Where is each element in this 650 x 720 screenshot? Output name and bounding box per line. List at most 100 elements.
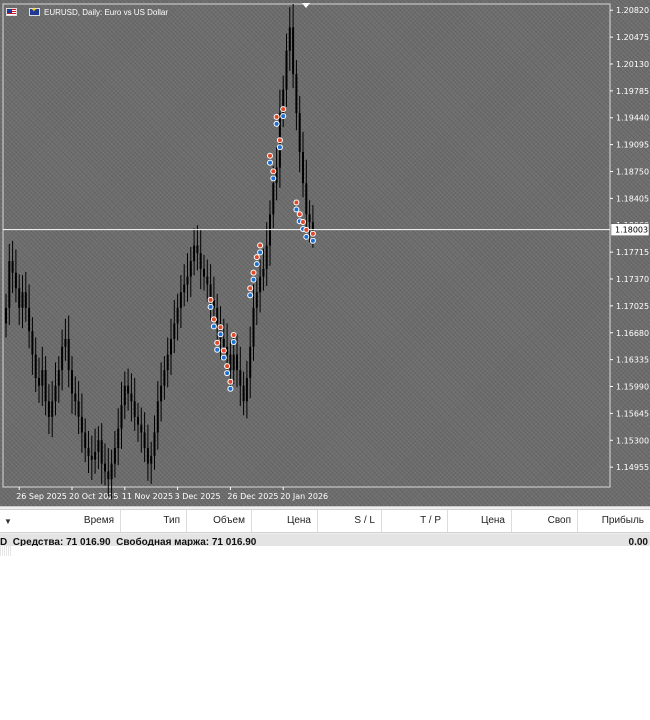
candle-body xyxy=(229,354,232,371)
col-type[interactable]: Тип xyxy=(121,510,187,532)
candle-body xyxy=(61,346,64,371)
buy-trade-marker[interactable] xyxy=(218,332,223,337)
candle-body xyxy=(239,370,242,386)
candle-body xyxy=(44,370,47,402)
sell-trade-marker[interactable] xyxy=(231,332,236,337)
time-axis-label: 11 Nov 2025 xyxy=(122,492,173,501)
candle-body xyxy=(84,432,87,449)
chart-window[interactable]: 1.20820 1.20475 1.20130 1.19785 1.19440 1.190… xyxy=(0,0,650,506)
sell-trade-marker[interactable] xyxy=(218,325,223,330)
candle-body xyxy=(183,284,186,293)
sell-trade-marker[interactable] xyxy=(271,169,276,174)
sell-trade-marker[interactable] xyxy=(294,200,299,205)
col-current-price[interactable]: Цена xyxy=(448,510,512,532)
candle-body xyxy=(166,354,169,371)
sell-trade-marker[interactable] xyxy=(268,153,272,158)
sell-trade-marker[interactable] xyxy=(304,227,309,232)
us-flag-icon xyxy=(6,8,17,16)
candle-body xyxy=(199,253,202,269)
sell-trade-marker[interactable] xyxy=(251,270,256,275)
sell-trade-marker[interactable] xyxy=(254,255,259,260)
buy-trade-marker[interactable] xyxy=(268,160,272,165)
sort-arrow-icon[interactable]: ▼ xyxy=(4,517,12,526)
buy-trade-marker[interactable] xyxy=(304,234,309,239)
col-price[interactable]: Цена xyxy=(252,510,318,532)
time-axis-label: 20 Jan 2026 xyxy=(280,492,328,501)
col-time[interactable]: Время xyxy=(24,510,121,532)
candle-body xyxy=(80,416,83,433)
buy-trade-marker[interactable] xyxy=(228,386,233,391)
col-volume[interactable]: Объем xyxy=(187,510,252,532)
price-axis-label: 1.17370 xyxy=(616,275,649,284)
sell-trade-marker[interactable] xyxy=(215,340,220,345)
candle-body xyxy=(146,448,149,464)
buy-trade-marker[interactable] xyxy=(254,262,259,267)
buy-trade-marker[interactable] xyxy=(225,371,230,376)
buy-trade-marker[interactable] xyxy=(310,238,315,243)
price-chart[interactable]: 1.20820 1.20475 1.20130 1.19785 1.19440 1.190… xyxy=(0,0,650,506)
col-swap[interactable]: Своп xyxy=(512,510,578,532)
sell-trade-marker[interactable] xyxy=(211,317,216,322)
col-sl[interactable]: S / L xyxy=(318,510,382,532)
buy-trade-marker[interactable] xyxy=(251,277,256,282)
terminal-empty-area xyxy=(0,546,650,720)
price-axis-label: 1.17025 xyxy=(616,302,649,311)
candle-body xyxy=(64,338,67,347)
sell-trade-marker[interactable] xyxy=(228,379,233,384)
price-axis-label: 1.19785 xyxy=(616,87,649,96)
candle-body xyxy=(193,245,196,262)
candle-body xyxy=(57,370,60,386)
price-axis-label: 1.15645 xyxy=(616,409,649,418)
buy-trade-marker[interactable] xyxy=(208,304,213,309)
candle-body xyxy=(232,354,235,371)
candle-body xyxy=(222,338,225,347)
price-axis-label: 1.16335 xyxy=(616,356,649,365)
candle-body xyxy=(156,401,159,433)
candle-body xyxy=(110,463,113,480)
candle-body xyxy=(71,370,73,394)
buy-trade-marker[interactable] xyxy=(274,121,279,126)
sell-trade-marker[interactable] xyxy=(281,107,286,112)
candle-body xyxy=(34,354,37,378)
buy-trade-marker[interactable] xyxy=(215,347,220,352)
sell-trade-marker[interactable] xyxy=(208,297,213,302)
buy-trade-marker[interactable] xyxy=(281,114,286,119)
candle-body xyxy=(216,307,219,324)
candle-body xyxy=(87,448,90,456)
buy-trade-marker[interactable] xyxy=(221,355,226,360)
time-axis-label: 26 Sep 2025 xyxy=(16,492,67,501)
sell-trade-marker[interactable] xyxy=(258,243,263,248)
candle-body xyxy=(262,268,265,277)
col-tp[interactable]: T / P xyxy=(382,510,448,532)
candle-body xyxy=(74,393,77,402)
sell-trade-marker[interactable] xyxy=(301,220,305,225)
sell-trade-marker[interactable] xyxy=(248,286,253,291)
candle-body xyxy=(302,152,304,184)
candle-body xyxy=(130,393,133,402)
candle-body xyxy=(28,307,31,332)
sell-trade-marker[interactable] xyxy=(310,231,315,236)
time-axis-label: 26 Dec 2025 xyxy=(227,492,278,501)
sell-trade-marker[interactable] xyxy=(274,114,279,119)
sell-trade-marker[interactable] xyxy=(277,138,282,143)
buy-trade-marker[interactable] xyxy=(294,207,299,212)
chart-shift-marker-icon[interactable] xyxy=(302,3,310,8)
sell-trade-marker[interactable] xyxy=(225,364,230,369)
buy-trade-marker[interactable] xyxy=(248,293,253,298)
candle-body xyxy=(104,463,106,472)
candle-body xyxy=(203,268,205,277)
buy-trade-marker[interactable] xyxy=(231,339,236,344)
buy-trade-marker[interactable] xyxy=(277,145,282,150)
buy-trade-marker[interactable] xyxy=(271,176,276,181)
sell-trade-marker[interactable] xyxy=(221,348,226,353)
candle-body xyxy=(11,261,14,273)
candle-body xyxy=(51,401,54,417)
candle-body xyxy=(308,214,311,223)
candle-body xyxy=(292,27,295,75)
candle-body xyxy=(24,292,27,308)
sell-trade-marker[interactable] xyxy=(297,212,302,217)
col-profit[interactable]: Прибыль xyxy=(578,510,650,532)
candle-body xyxy=(252,307,255,347)
buy-trade-marker[interactable] xyxy=(258,250,263,255)
buy-trade-marker[interactable] xyxy=(211,324,216,329)
